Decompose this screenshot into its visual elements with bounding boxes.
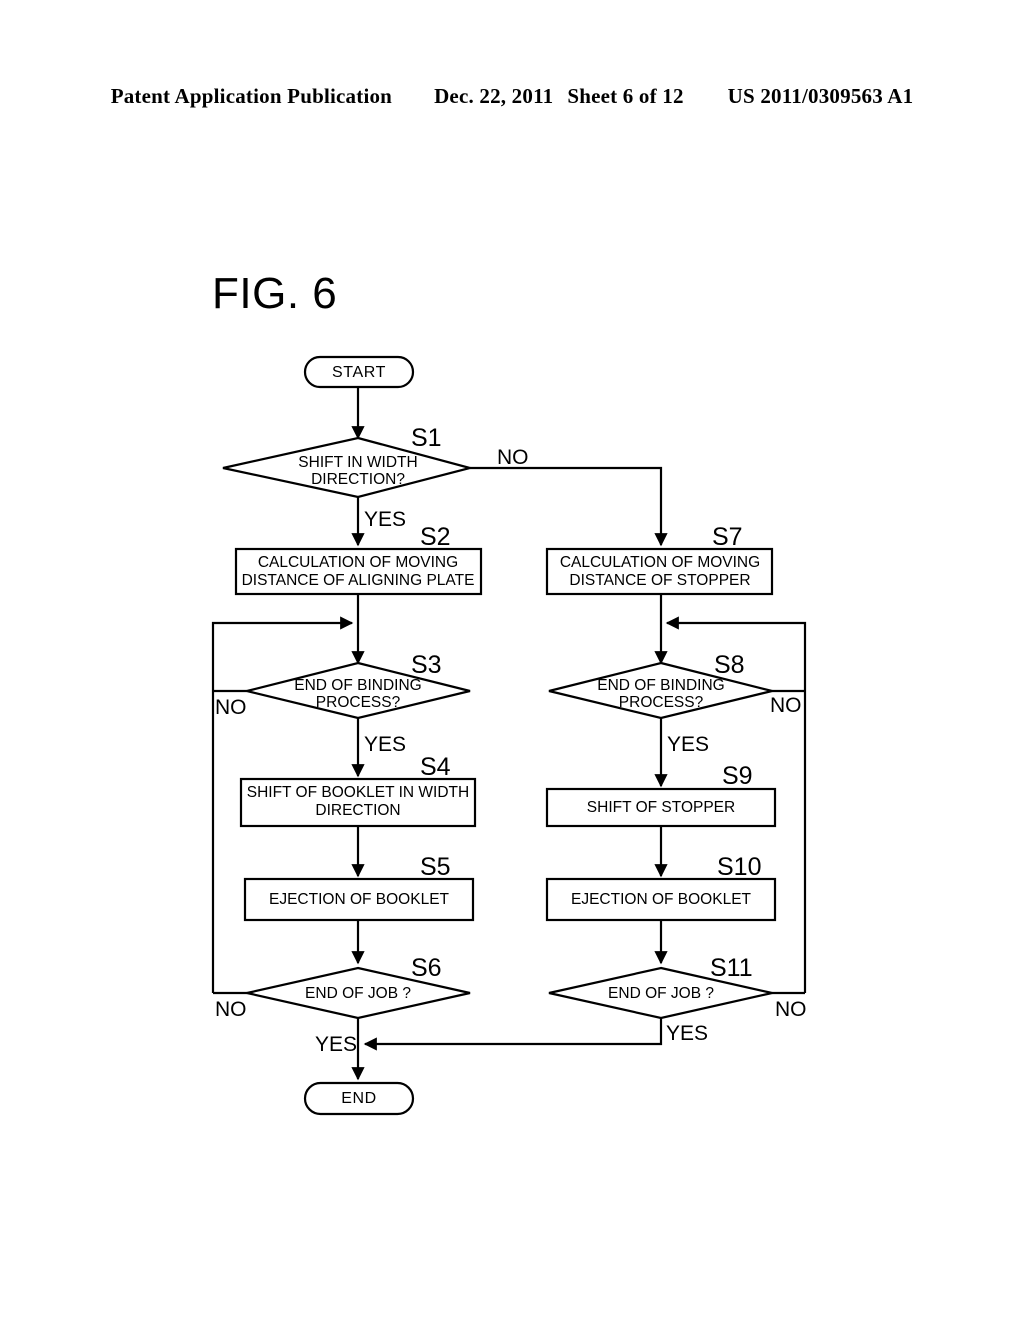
branch-label-s3-yes: YES — [364, 733, 406, 756]
node-s4[interactable]: SHIFT OF BOOKLET IN WIDTH DIRECTION — [239, 777, 477, 828]
branch-label-s3-no: NO — [215, 696, 247, 719]
node-end[interactable]: END — [303, 1081, 415, 1116]
node-s7[interactable]: CALCULATION OF MOVING DISTANCE OF STOPPE… — [545, 547, 774, 596]
branch-label-s1-no: NO — [497, 446, 529, 469]
edge-s1-no-to-s7 — [470, 466, 668, 547]
node-s2-label-line2: DISTANCE OF ALIGNING PLATE — [242, 572, 475, 589]
node-s3-label-line2: PROCESS? — [316, 694, 401, 711]
branch-label-s6-no: NO — [215, 998, 247, 1021]
node-s6-label-line1: END OF JOB ? — [305, 985, 411, 1002]
node-start-label: START — [332, 364, 386, 381]
node-end-label: END — [341, 1090, 377, 1107]
step-number-s4: S4 — [420, 753, 451, 781]
node-s7-label-line1: CALCULATION OF MOVING — [560, 554, 760, 571]
node-s3-label-line1: END OF BINDING — [294, 677, 421, 694]
step-number-s10: S10 — [717, 853, 761, 881]
step-number-s2: S2 — [420, 523, 451, 551]
node-s8-label-line1: END OF BINDING — [597, 677, 724, 694]
patent-page: Patent Application Publication Dec. 22, … — [0, 0, 1024, 1320]
node-s7-label-line2: DISTANCE OF STOPPER — [569, 572, 750, 589]
branch-label-s8-no: NO — [770, 694, 802, 717]
node-s11-label-line1: END OF JOB ? — [608, 985, 714, 1002]
step-number-s5: S5 — [420, 853, 451, 881]
step-number-s3: S3 — [411, 651, 442, 679]
node-s4-label-line2: DIRECTION — [315, 802, 400, 819]
node-s10-label-line1: EJECTION OF BOOKLET — [571, 891, 752, 908]
node-s10[interactable]: EJECTION OF BOOKLET — [545, 877, 777, 922]
branch-label-s11-no: NO — [775, 998, 807, 1021]
branch-label-s1-yes: YES — [364, 508, 406, 531]
node-s4-label-line1: SHIFT OF BOOKLET IN WIDTH — [247, 784, 469, 801]
flowchart-diagram: START SHIFT IN WIDTH DIRECTION? S1 YES N… — [211, 355, 807, 1116]
edge-s11-yes-to-merge — [363, 1018, 663, 1051]
branch-label-s6-yes: YES — [315, 1033, 357, 1056]
branch-label-s8-yes: YES — [667, 733, 709, 756]
step-number-s6: S6 — [411, 954, 442, 982]
step-number-s11: S11 — [710, 954, 753, 982]
node-s2-label-line1: CALCULATION OF MOVING — [258, 554, 458, 571]
node-s5-label-line1: EJECTION OF BOOKLET — [269, 891, 450, 908]
node-s8-label-line2: PROCESS? — [619, 694, 704, 711]
step-number-s1: S1 — [411, 424, 442, 452]
node-s5[interactable]: EJECTION OF BOOKLET — [243, 877, 475, 922]
node-s9[interactable]: SHIFT OF STOPPER — [545, 787, 777, 828]
step-number-s8: S8 — [714, 651, 745, 679]
node-s1-label-line1: SHIFT IN WIDTH — [298, 454, 417, 471]
step-number-s7: S7 — [712, 523, 743, 551]
node-s2[interactable]: CALCULATION OF MOVING DISTANCE OF ALIGNI… — [234, 547, 483, 596]
step-number-s9: S9 — [722, 762, 753, 790]
node-start[interactable]: START — [303, 355, 415, 389]
branch-label-s11-yes: YES — [666, 1022, 708, 1045]
node-s9-label-line1: SHIFT OF STOPPER — [587, 799, 735, 816]
node-s1-label-line2: DIRECTION? — [311, 471, 405, 488]
